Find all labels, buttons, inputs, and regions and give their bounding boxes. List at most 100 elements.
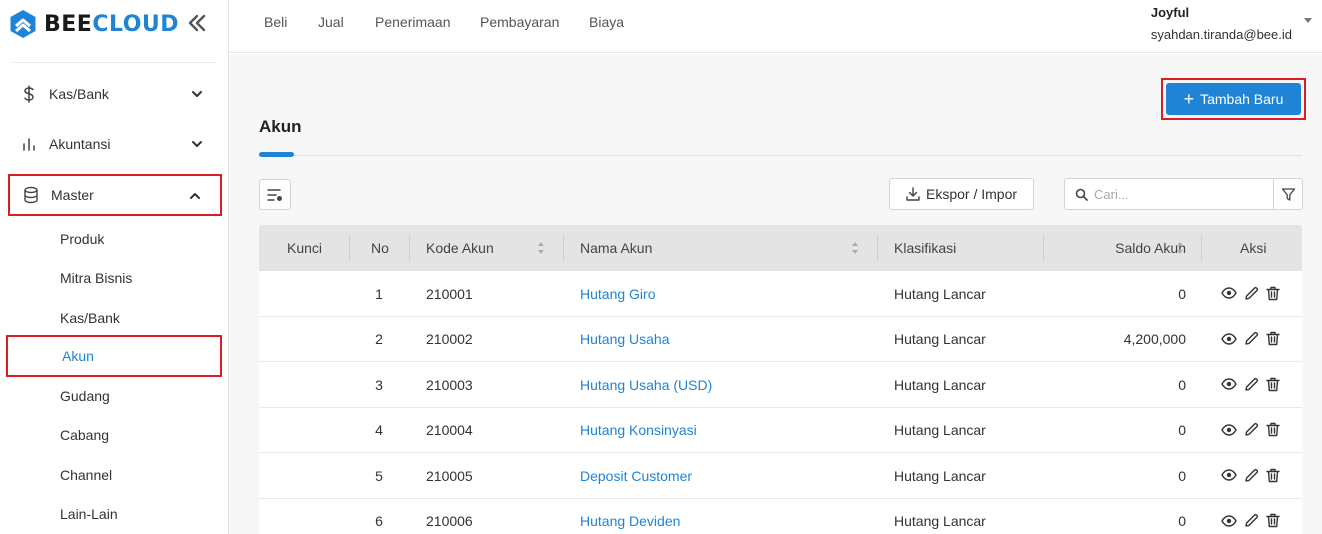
table-header: Kunci No Kode Akun Nama Akun Klasifikasi… (259, 225, 1302, 271)
title-underline (259, 152, 294, 157)
sidebar-item-master[interactable]: Master (8, 174, 222, 216)
ekspor-impor-button[interactable]: Ekspor / Impor (889, 178, 1034, 210)
column-header-kode-akun[interactable]: Kode Akun (426, 225, 494, 271)
cell-no: 6 (375, 513, 383, 529)
row-actions (1221, 422, 1281, 438)
view-eye-icon[interactable] (1221, 331, 1237, 347)
column-header-klasifikasi: Klasifikasi (894, 240, 957, 256)
collapse-sidebar-button[interactable] (184, 10, 210, 36)
cell-saldo-akun: 0 (1178, 422, 1186, 438)
cell-kode-akun: 210003 (426, 376, 473, 393)
edit-pencil-icon[interactable] (1243, 467, 1259, 483)
column-settings-button[interactable] (259, 179, 291, 210)
cell-no: 2 (375, 331, 383, 347)
sidebar-item-kas-bank[interactable]: Kas/Bank (8, 74, 222, 114)
sidebar-subitem-kas-bank[interactable]: Kas/Bank (6, 298, 222, 338)
double-chevron-left-icon (188, 14, 206, 32)
nav-link-beli[interactable]: Beli (264, 14, 287, 30)
view-eye-icon[interactable] (1221, 422, 1237, 438)
edit-pencil-icon[interactable] (1243, 513, 1259, 529)
cell-klasifikasi: Hutang Lancar (894, 513, 986, 529)
caret-down-icon[interactable] (1304, 18, 1312, 23)
table-row: 3 210003 Hutang Usaha (USD) Hutang Lanca… (259, 362, 1302, 408)
delete-trash-icon[interactable] (1265, 513, 1281, 529)
table-row: 2 210002 Hutang Usaha Hutang Lancar 4,20… (259, 316, 1302, 362)
search-input[interactable] (1094, 186, 1264, 202)
sidebar-subitem-mitra-bisnis[interactable]: Mitra Bisnis (6, 258, 222, 298)
edit-pencil-icon[interactable] (1243, 376, 1259, 392)
nav-link-biaya[interactable]: Biaya (589, 14, 624, 30)
cell-nama-akun-link[interactable]: Hutang Giro (580, 271, 655, 316)
accounts-table: Kunci No Kode Akun Nama Akun Klasifikasi… (259, 225, 1302, 534)
cell-no: 1 (375, 285, 383, 302)
delete-trash-icon[interactable] (1265, 376, 1281, 392)
edit-pencil-icon[interactable] (1243, 422, 1259, 438)
bar-chart-icon (20, 135, 38, 153)
nav-link-jual[interactable]: Jual (318, 14, 344, 30)
cell-no: 5 (375, 467, 383, 484)
column-separator (1043, 235, 1044, 261)
sidebar-subitem-gudang[interactable]: Gudang (6, 376, 222, 416)
column-separator (563, 235, 564, 261)
sidebar-item-label: Akuntansi (49, 136, 111, 152)
delete-trash-icon[interactable] (1265, 331, 1281, 347)
column-separator (349, 235, 350, 261)
row-actions (1221, 467, 1281, 483)
edit-pencil-icon[interactable] (1243, 331, 1259, 347)
user-menu[interactable]: Joyful syahdan.tiranda@bee.id (1151, 5, 1292, 43)
sidebar-subitem-lain-lain[interactable]: Lain-Lain (6, 494, 222, 534)
cell-no: 4 (375, 422, 383, 438)
cell-nama-akun-link[interactable]: Hutang Usaha (USD) (580, 362, 712, 407)
cell-nama-akun-link[interactable]: Deposit Customer (580, 453, 692, 498)
delete-trash-icon[interactable] (1265, 467, 1281, 483)
cell-klasifikasi: Hutang Lancar (894, 285, 986, 302)
sort-icon[interactable] (1176, 240, 1184, 256)
title-divider (259, 155, 1302, 156)
edit-pencil-icon[interactable] (1243, 285, 1259, 301)
user-name: Joyful (1150, 5, 1190, 20)
sidebar-subitem-channel[interactable]: Channel (6, 455, 222, 495)
view-eye-icon[interactable] (1221, 376, 1237, 392)
sidebar-subitem-produk[interactable]: Produk (6, 219, 222, 259)
add-button-highlight: + Tambah Baru (1161, 78, 1306, 120)
search-icon (1075, 188, 1088, 201)
sidebar-subitem-akun[interactable]: Akun (6, 335, 222, 377)
delete-trash-icon[interactable] (1265, 285, 1281, 301)
plus-icon: + (1183, 89, 1195, 109)
sidebar-subitem-cabang[interactable]: Cabang (6, 415, 222, 455)
table-row: 1 210001 Hutang Giro Hutang Lancar 0 (259, 271, 1302, 317)
filter-button[interactable] (1273, 178, 1303, 210)
sidebar-item-akuntansi[interactable]: Akuntansi (8, 124, 222, 164)
cell-saldo-akun: 0 (1178, 513, 1186, 529)
row-actions (1221, 376, 1281, 392)
delete-trash-icon[interactable] (1265, 422, 1281, 438)
nav-link-penerimaan[interactable]: Penerimaan (375, 14, 451, 30)
column-separator (877, 235, 878, 261)
cell-kode-akun: 210005 (426, 467, 473, 484)
row-actions (1221, 285, 1281, 301)
table-row: 5 210005 Deposit Customer Hutang Lancar … (259, 453, 1302, 499)
column-header-nama-akun[interactable]: Nama Akun (580, 225, 652, 271)
cell-nama-akun-link[interactable]: Hutang Konsinyasi (580, 408, 697, 453)
cell-nama-akun-link[interactable]: Hutang Deviden (580, 499, 680, 534)
cell-saldo-akun: 0 (1178, 285, 1186, 302)
sidebar-divider (12, 62, 217, 63)
sidebar-item-label: Kas/Bank (49, 86, 109, 102)
view-eye-icon[interactable] (1221, 513, 1237, 529)
tambah-baru-button[interactable]: + Tambah Baru (1166, 83, 1301, 115)
column-separator (1201, 235, 1202, 261)
cell-saldo-akun: 0 (1178, 467, 1186, 484)
table-row: 4 210004 Hutang Konsinyasi Hutang Lancar… (259, 407, 1302, 453)
table-row: 6 210006 Hutang Deviden Hutang Lancar 0 (259, 498, 1302, 534)
cell-kode-akun: 210006 (426, 513, 473, 529)
sort-icon[interactable] (851, 240, 859, 256)
database-icon (22, 186, 40, 204)
view-eye-icon[interactable] (1221, 285, 1237, 301)
row-actions (1221, 331, 1281, 347)
dollar-icon (20, 85, 38, 103)
sort-icon[interactable] (537, 240, 545, 256)
cell-nama-akun-link[interactable]: Hutang Usaha (580, 317, 670, 362)
nav-link-pembayaran[interactable]: Pembayaran (480, 14, 559, 30)
view-eye-icon[interactable] (1221, 467, 1237, 483)
page-title: Akun (259, 117, 302, 136)
